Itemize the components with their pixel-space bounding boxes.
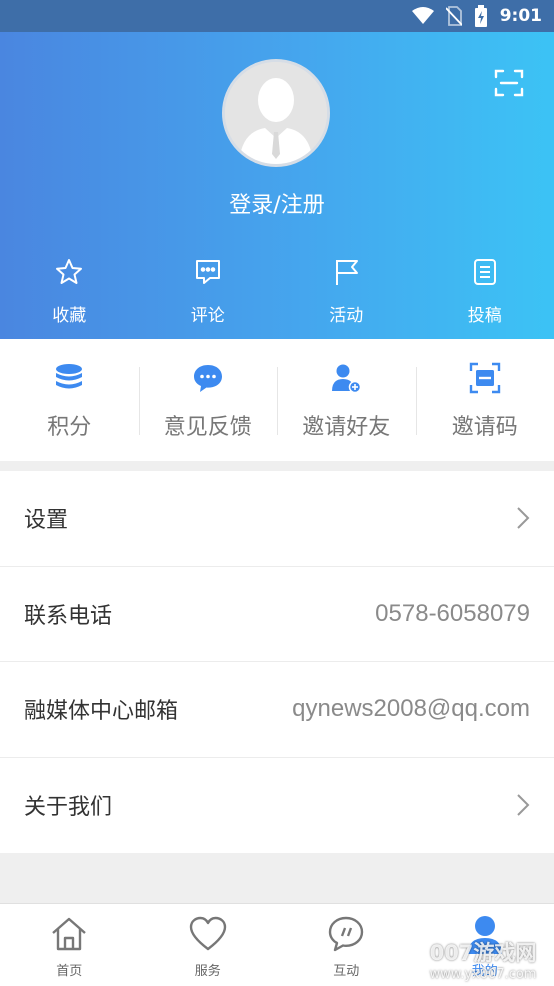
- heart-icon: [189, 916, 226, 951]
- menu-row-about[interactable]: 关于我们: [0, 758, 554, 854]
- avatar[interactable]: [222, 59, 330, 167]
- feature-row: 积分 意见反馈 邀请好友 邀请码: [0, 339, 554, 461]
- wifi-icon: [411, 7, 434, 25]
- tab-label: 互动: [333, 964, 360, 979]
- quick-action-label: 评论: [190, 306, 225, 326]
- tab-label: 服务: [194, 964, 221, 979]
- chevron-right-icon: [517, 507, 530, 529]
- feature-label: 邀请好友: [302, 415, 391, 440]
- no-sim-icon: [445, 6, 462, 26]
- phone-number[interactable]: 0578-6058079: [375, 600, 530, 628]
- status-time: 9:01: [499, 6, 542, 26]
- tab-services[interactable]: 服务: [139, 904, 278, 986]
- menu-row-phone[interactable]: 联系电话 0578-6058079: [0, 567, 554, 662]
- quick-action-label: 活动: [329, 306, 364, 326]
- coins-icon: [56, 364, 83, 389]
- quick-action-label: 投稿: [467, 306, 502, 326]
- tab-home[interactable]: 首页: [0, 904, 139, 986]
- bottom-tab-bar: 首页 服务 互动 我的: [0, 903, 554, 986]
- feature-label: 邀请码: [451, 415, 518, 440]
- star-icon: [56, 259, 83, 284]
- menu-row-email[interactable]: 融媒体中心邮箱 qynews2008@qq.com: [0, 662, 554, 758]
- tab-label: 首页: [56, 964, 83, 979]
- comment-icon: [195, 260, 220, 284]
- menu-label: 设置: [24, 508, 69, 534]
- menu-row-settings[interactable]: 设置: [0, 471, 554, 567]
- feature-invite-code[interactable]: 邀请码: [415, 339, 554, 461]
- menu-label: 关于我们: [24, 795, 113, 821]
- feature-points[interactable]: 积分: [0, 339, 139, 461]
- login-register-link[interactable]: 登录/注册: [0, 187, 554, 219]
- quick-action-favorites[interactable]: 收藏: [0, 257, 139, 326]
- quick-action-events[interactable]: 活动: [277, 257, 416, 326]
- quick-action-label: 收藏: [52, 306, 87, 326]
- scan-icon[interactable]: [494, 68, 524, 98]
- status-bar: 9:01: [0, 0, 554, 32]
- feature-feedback[interactable]: 意见反馈: [138, 339, 278, 461]
- person-icon: [467, 916, 502, 954]
- email-address[interactable]: qynews2008@qq.com: [292, 695, 530, 723]
- battery-icon: [474, 5, 488, 27]
- add-user-icon: [332, 364, 362, 394]
- tab-interaction[interactable]: 互动: [277, 904, 416, 986]
- feature-label: 意见反馈: [163, 415, 252, 440]
- home-icon: [52, 917, 87, 951]
- quick-action-submit[interactable]: 投稿: [416, 257, 554, 326]
- menu-label: 联系电话: [24, 603, 113, 629]
- feature-invite-friends[interactable]: 邀请好友: [277, 339, 416, 461]
- chat-bubble-icon: [193, 365, 222, 392]
- settings-menu: 设置 联系电话 0578-6058079 融媒体中心邮箱 qynews2008@…: [0, 471, 554, 853]
- chat-icon: [329, 916, 364, 952]
- chevron-right-icon: [517, 794, 530, 816]
- document-icon: [473, 259, 496, 285]
- tab-mine[interactable]: 我的: [416, 904, 554, 986]
- menu-label: 融媒体中心邮箱: [24, 699, 179, 725]
- profile-header: 登录/注册 收藏 评论 活动 投稿: [0, 32, 554, 339]
- quick-action-comments[interactable]: 评论: [139, 257, 278, 326]
- tab-label: 我的: [471, 964, 498, 979]
- flag-icon: [336, 260, 359, 285]
- quick-actions: 收藏 评论 活动 投稿: [0, 257, 554, 326]
- feature-label: 积分: [47, 415, 92, 440]
- scan-code-icon: [469, 362, 500, 394]
